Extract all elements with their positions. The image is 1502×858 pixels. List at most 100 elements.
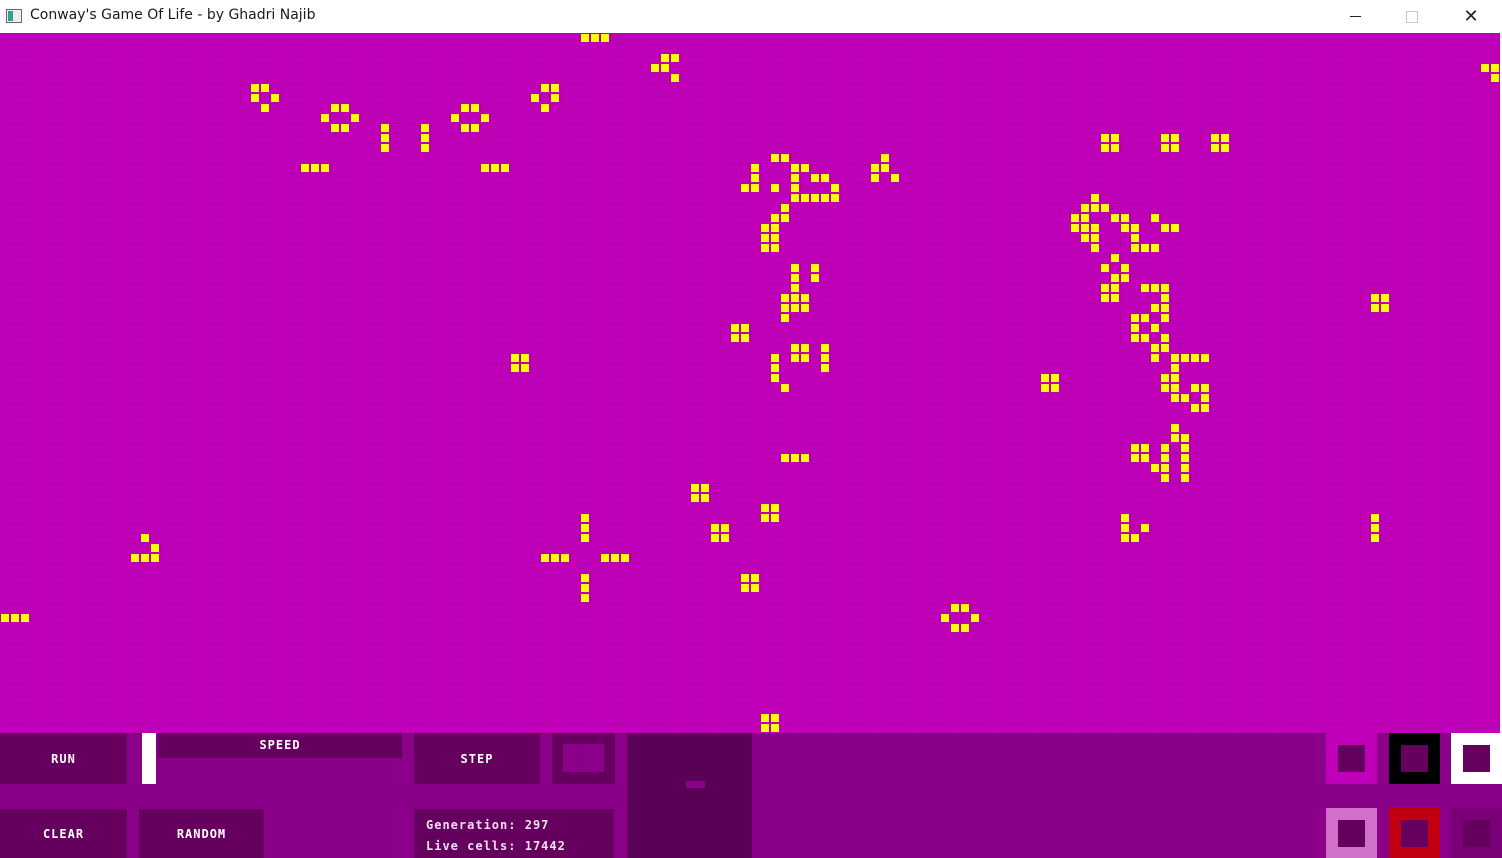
live-cell[interactable] [771,234,779,242]
live-cell[interactable] [741,184,749,192]
live-cell[interactable] [1121,214,1129,222]
live-cell[interactable] [771,374,779,382]
live-cell[interactable] [671,54,679,62]
palette-swatch-6[interactable] [1451,808,1502,858]
live-cell[interactable] [1171,134,1179,142]
speed-slider-handle[interactable] [142,733,156,784]
live-cell[interactable] [141,534,149,542]
live-cell[interactable] [801,294,809,302]
live-cell[interactable] [581,584,589,592]
live-cell[interactable] [1221,144,1229,152]
live-cell[interactable] [781,384,789,392]
live-cell[interactable] [1131,244,1139,252]
palette-swatch-3[interactable] [1451,733,1502,784]
live-cell[interactable] [1181,354,1189,362]
live-cell[interactable] [871,174,879,182]
live-cell[interactable] [771,184,779,192]
live-cell[interactable] [1091,194,1099,202]
random-button[interactable]: RANDOM [139,809,264,858]
live-cell[interactable] [751,584,759,592]
live-cell[interactable] [1371,304,1379,312]
live-cell[interactable] [1071,224,1079,232]
live-cell[interactable] [741,334,749,342]
live-cell[interactable] [1201,394,1209,402]
live-cell[interactable] [471,124,479,132]
live-cell[interactable] [651,64,659,72]
live-cell[interactable] [951,624,959,632]
live-cell[interactable] [801,194,809,202]
live-cell[interactable] [131,554,139,562]
live-cell[interactable] [731,324,739,332]
live-cell[interactable] [661,54,669,62]
live-cell[interactable] [1221,134,1229,142]
live-cell[interactable] [381,124,389,132]
live-cell[interactable] [1131,534,1139,542]
live-cell[interactable] [1161,304,1169,312]
live-cell[interactable] [961,604,969,612]
live-cell[interactable] [1111,274,1119,282]
live-cell[interactable] [331,124,339,132]
live-cell[interactable] [731,334,739,342]
run-button[interactable]: RUN [0,733,127,784]
live-cell[interactable] [531,94,539,102]
live-cell[interactable] [1191,404,1199,412]
live-cell[interactable] [1161,314,1169,322]
live-cell[interactable] [1371,294,1379,302]
live-cell[interactable] [1201,354,1209,362]
live-cell[interactable] [151,554,159,562]
live-cell[interactable] [381,144,389,152]
live-cell[interactable] [791,284,799,292]
live-cell[interactable] [781,294,789,302]
live-cell[interactable] [781,314,789,322]
live-cell[interactable] [311,164,319,172]
live-cell[interactable] [301,164,309,172]
live-cell[interactable] [791,304,799,312]
live-cell[interactable] [801,454,809,462]
live-cell[interactable] [1151,464,1159,472]
live-cell[interactable] [781,154,789,162]
live-cell[interactable] [741,324,749,332]
live-cell[interactable] [1131,454,1139,462]
life-grid[interactable] [0,33,1500,733]
live-cell[interactable] [1161,284,1169,292]
live-cell[interactable] [781,214,789,222]
live-cell[interactable] [821,354,829,362]
live-cell[interactable] [1101,284,1109,292]
live-cell[interactable] [601,554,609,562]
live-cell[interactable] [691,494,699,502]
live-cell[interactable] [1151,284,1159,292]
live-cell[interactable] [771,354,779,362]
live-cell[interactable] [701,494,709,502]
live-cell[interactable] [1121,534,1129,542]
live-cell[interactable] [1151,214,1159,222]
live-cell[interactable] [1111,134,1119,142]
live-cell[interactable] [1121,524,1129,532]
live-cell[interactable] [1091,224,1099,232]
live-cell[interactable] [871,164,879,172]
live-cell[interactable] [1151,354,1159,362]
live-cell[interactable] [1101,144,1109,152]
live-cell[interactable] [801,304,809,312]
live-cell[interactable] [791,294,799,302]
live-cell[interactable] [321,164,329,172]
live-cell[interactable] [1171,144,1179,152]
live-cell[interactable] [1211,134,1219,142]
live-cell[interactable] [771,224,779,232]
live-cell[interactable] [1101,294,1109,302]
live-cell[interactable] [1071,214,1079,222]
live-cell[interactable] [141,554,149,562]
live-cell[interactable] [1201,384,1209,392]
minimize-button[interactable] [1326,0,1384,33]
live-cell[interactable] [151,544,159,552]
live-cell[interactable] [1131,334,1139,342]
live-cell[interactable] [1161,474,1169,482]
live-cell[interactable] [761,714,769,722]
live-cell[interactable] [821,344,829,352]
live-cell[interactable] [1171,434,1179,442]
live-cell[interactable] [1131,324,1139,332]
live-cell[interactable] [491,164,499,172]
pattern-selector[interactable] [552,733,615,784]
live-cell[interactable] [551,94,559,102]
live-cell[interactable] [671,74,679,82]
live-cell[interactable] [811,194,819,202]
